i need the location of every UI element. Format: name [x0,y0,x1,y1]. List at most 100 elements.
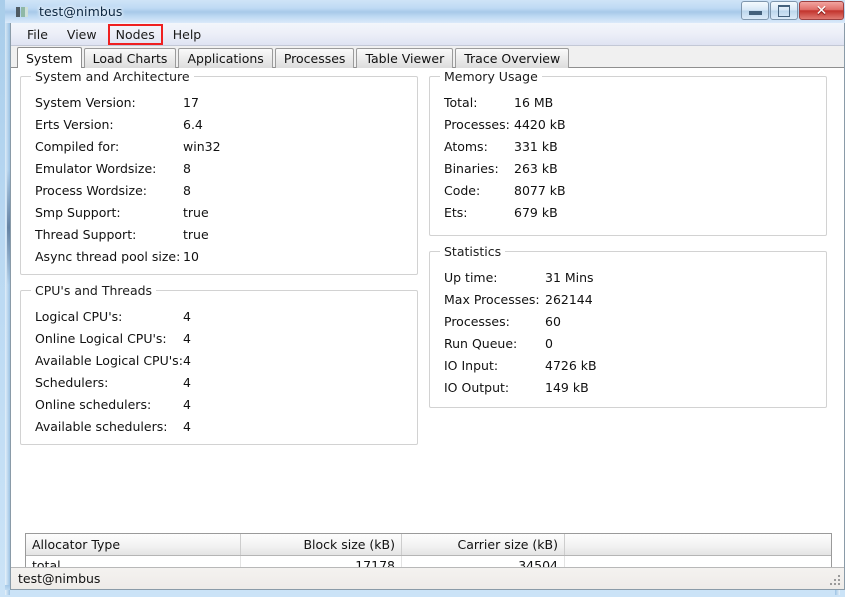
value-thread-support: true [183,226,209,242]
menu-item-view[interactable]: View [58,25,107,44]
table-row[interactable]: total 17178 34504 [26,555,831,567]
row-io-output: IO Output: 149 kB [444,376,816,398]
label-memory-ets: Ets: [444,204,468,220]
allocator-table: Allocator Type Block size (kB) Carrier s… [26,534,831,567]
resize-grip-icon[interactable] [830,575,842,587]
row-memory-processes: Processes: 4420 kB [444,113,816,135]
cell-carrier-size: 34504 [401,555,565,567]
value-online-logical-cpus: 4 [183,330,191,346]
row-memory-atoms: Atoms: 331 kB [444,135,816,157]
label-up-time: Up time: [444,269,498,285]
value-memory-total: 16 MB [514,94,554,110]
value-compiled-for: win32 [183,138,221,154]
label-system-version: System Version: [35,94,136,110]
label-async-thread-pool-size: Async thread pool size: [35,248,181,264]
value-async-thread-pool-size: 10 [183,248,199,264]
label-memory-processes: Processes: [444,116,510,132]
value-available-schedulers: 4 [183,418,191,434]
label-memory-atoms: Atoms: [444,138,488,154]
row-memory-code: Code: 8077 kB [444,179,816,201]
value-memory-ets: 679 kB [514,204,558,220]
memory-usage-legend: Memory Usage [440,69,542,84]
tab-processes[interactable]: Processes [274,48,355,68]
statistics-legend: Statistics [440,244,506,259]
row-schedulers: Schedulers: 4 [35,371,407,393]
value-schedulers: 4 [183,374,191,390]
value-processes: 60 [545,313,561,329]
tab-strip: System Load Charts Applications Processe… [11,46,844,69]
system-architecture-group: System and Architecture System Version: … [20,69,418,275]
maximize-icon [778,4,790,17]
value-io-input: 4726 kB [545,357,597,373]
tab-trace-overview[interactable]: Trace Overview [455,48,570,68]
row-process-wordsize: Process Wordsize: 8 [35,179,407,201]
row-processes: Processes: 60 [444,310,816,332]
erlang-app-icon [14,4,30,20]
column-header-block-size[interactable]: Block size (kB) [240,534,402,556]
label-thread-support: Thread Support: [35,226,137,242]
column-header-allocator-type[interactable]: Allocator Type [26,534,241,556]
row-memory-binaries: Binaries: 263 kB [444,157,816,179]
row-erts-version: Erts Version: 6.4 [35,113,407,135]
value-up-time: 31 Mins [545,269,594,285]
cell-block-size: 17178 [240,555,402,567]
label-online-logical-cpus: Online Logical CPU's: [35,330,167,346]
label-logical-cpus: Logical CPU's: [35,308,123,324]
label-run-queue: Run Queue: [444,335,518,351]
value-memory-code: 8077 kB [514,182,566,198]
value-emulator-wordsize: 8 [183,160,191,176]
allocator-table-container: Allocator Type Block size (kB) Carrier s… [25,533,832,567]
label-processes: Processes: [444,313,510,329]
minimize-button[interactable] [741,1,769,20]
value-memory-atoms: 331 kB [514,138,558,154]
row-system-version: System Version: 17 [35,91,407,113]
label-max-processes: Max Processes: [444,291,540,307]
application-window: test@nimbus ✕ File View Nodes Help Syste… [0,0,845,595]
menu-item-help[interactable]: Help [164,25,212,44]
label-process-wordsize: Process Wordsize: [35,182,147,198]
value-memory-processes: 4420 kB [514,116,566,132]
screen: test@nimbus ✕ File View Nodes Help Syste… [0,0,845,597]
window-controls: ✕ [740,1,844,20]
label-online-schedulers: Online schedulers: [35,396,152,412]
tab-load-charts[interactable]: Load Charts [83,48,177,68]
value-memory-binaries: 263 kB [514,160,558,176]
row-thread-support: Thread Support: true [35,223,407,245]
memory-usage-group: Memory Usage Total: 16 MB Processes: 442… [429,69,827,236]
window-title: test@nimbus [39,4,123,19]
row-emulator-wordsize: Emulator Wordsize: 8 [35,157,407,179]
menu-bar: File View Nodes Help [11,23,844,46]
label-available-logical-cpus: Available Logical CPU's: [35,352,183,368]
tab-system[interactable]: System [17,47,82,69]
label-memory-binaries: Binaries: [444,160,499,176]
value-online-schedulers: 4 [183,396,191,412]
row-max-processes: Max Processes: 262144 [444,288,816,310]
right-column: Memory Usage Total: 16 MB Processes: 442… [429,69,827,445]
row-up-time: Up time: 31 Mins [444,266,816,288]
row-compiled-for: Compiled for: win32 [35,135,407,157]
cell-empty [564,555,831,567]
menu-item-file[interactable]: File [18,25,58,44]
row-available-logical-cpus: Available Logical CPU's: 4 [35,349,407,371]
label-io-output: IO Output: [444,379,510,395]
menu-item-nodes[interactable]: Nodes [107,23,163,45]
value-erts-version: 6.4 [183,116,203,132]
row-async-thread-pool-size: Async thread pool size: 10 [35,245,407,267]
row-online-logical-cpus: Online Logical CPU's: 4 [35,327,407,349]
value-system-version: 17 [183,94,199,110]
label-schedulers: Schedulers: [35,374,109,390]
label-emulator-wordsize: Emulator Wordsize: [35,160,157,176]
label-memory-code: Code: [444,182,481,198]
title-bar[interactable]: test@nimbus ✕ [5,0,845,23]
maximize-button[interactable] [770,1,798,20]
tab-table-viewer[interactable]: Table Viewer [356,48,454,68]
row-available-schedulers: Available schedulers: 4 [35,415,407,437]
column-header-carrier-size[interactable]: Carrier size (kB) [401,534,565,556]
system-architecture-legend: System and Architecture [31,69,194,84]
left-column: System and Architecture System Version: … [20,69,418,445]
value-process-wordsize: 8 [183,182,191,198]
column-header-empty[interactable] [564,534,831,556]
tab-applications[interactable]: Applications [178,48,273,68]
cpus-threads-legend: CPU's and Threads [31,283,157,298]
close-button[interactable]: ✕ [799,1,844,20]
